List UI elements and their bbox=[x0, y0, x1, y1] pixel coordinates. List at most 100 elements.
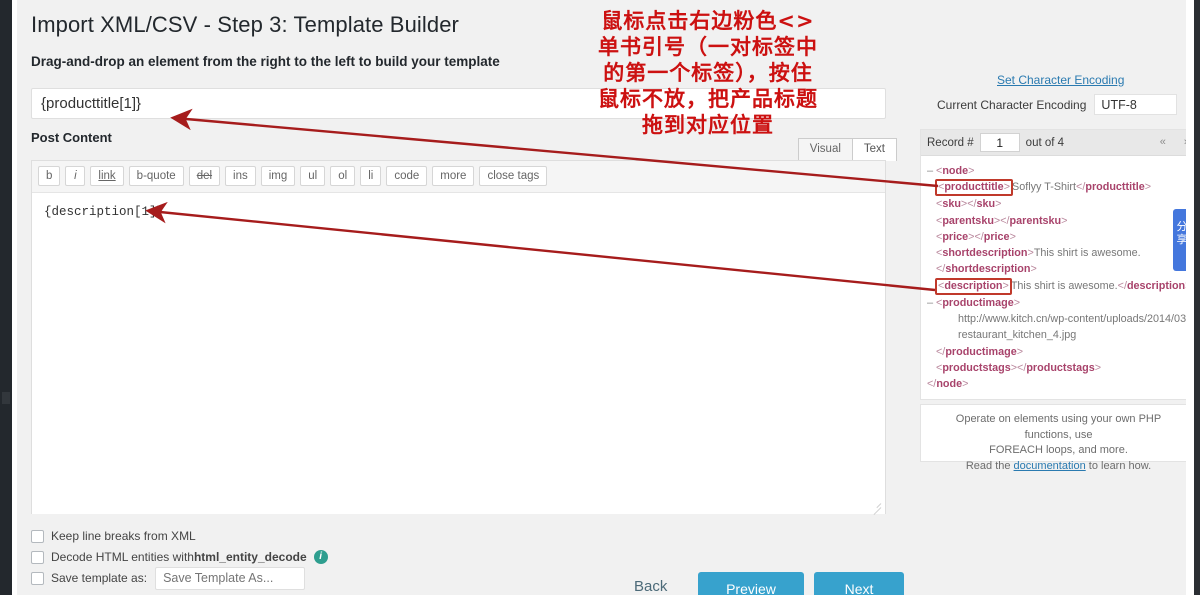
help-line-3-pre: Read the bbox=[965, 459, 1014, 472]
record-label: Record # bbox=[927, 136, 974, 149]
xml-row[interactable]: <productstags></productstags> bbox=[927, 360, 1190, 376]
xml-close-tag[interactable]: </parentsku> bbox=[1000, 215, 1067, 227]
tab-visual[interactable]: Visual bbox=[797, 138, 853, 161]
xml-row[interactable]: <producttitle> Soflyy T-Shirt</producttit… bbox=[927, 179, 1190, 197]
quicktag-del[interactable]: del bbox=[188, 166, 221, 186]
xml-close-tag[interactable]: </producttitle> bbox=[1076, 181, 1151, 193]
xml-text-value: restaurant_kitchen_4.jpg bbox=[958, 329, 1077, 342]
checkbox-save-template[interactable] bbox=[31, 571, 44, 585]
option-save-template[interactable]: Save template as: bbox=[31, 566, 328, 590]
help-line-1: Operate on elements using your own PHP f… bbox=[955, 413, 1162, 441]
page-right-edge bbox=[1194, 0, 1200, 595]
tree-toggle-icon[interactable]: – bbox=[927, 295, 936, 311]
xml-close-tag[interactable]: </shortdescription> bbox=[936, 263, 1037, 275]
xml-close-tag[interactable]: </node> bbox=[927, 378, 968, 390]
quicktag-code[interactable]: code bbox=[386, 166, 428, 186]
help-panel: Operate on elements using your own PHP f… bbox=[920, 404, 1197, 472]
set-character-encoding-link[interactable]: Set Character Encoding bbox=[997, 73, 1124, 87]
quicktag-close-tags[interactable]: close tags bbox=[479, 166, 548, 186]
post-content-label: Post Content bbox=[31, 130, 112, 145]
prev-record-icon[interactable]: « bbox=[1160, 136, 1166, 149]
editor-quicktags-toolbar: b i link b-quote del ins img ul ol li co… bbox=[32, 161, 885, 193]
xml-tree: – <node> <producttitle> Soflyy T-Shirt</pro… bbox=[921, 156, 1196, 399]
editor-mode-tabs: Visual Text bbox=[797, 138, 897, 161]
quicktag-ins[interactable]: ins bbox=[225, 166, 256, 186]
highlight-box: <producttitle> bbox=[935, 179, 1014, 197]
xml-open-tag[interactable]: <sku> bbox=[936, 198, 967, 210]
xml-open-tag[interactable]: <shortdescription> bbox=[936, 247, 1034, 259]
quicktag-li[interactable]: li bbox=[360, 166, 382, 186]
admin-sidebar-rail bbox=[0, 0, 12, 595]
option-decode-entities[interactable]: Decode HTML entities with html_entity_de… bbox=[31, 547, 328, 567]
xml-text-value: This shirt is awesome. bbox=[1010, 279, 1118, 292]
help-line-3: Read the documentation to learn how. bbox=[931, 459, 1186, 475]
record-number-input[interactable] bbox=[979, 133, 1020, 152]
xml-close-tag[interactable]: </productimage> bbox=[936, 346, 1023, 358]
xml-close-tag[interactable]: </productstags> bbox=[1017, 362, 1101, 374]
checkbox-keep-line-breaks[interactable] bbox=[31, 529, 44, 543]
record-total-label: out of 4 bbox=[1025, 136, 1065, 149]
tab-text[interactable]: Text bbox=[851, 138, 897, 161]
help-line-2: FOREACH loops, and more. bbox=[989, 444, 1128, 456]
xml-row[interactable]: </shortdescription> bbox=[927, 261, 1190, 277]
xml-element-panel: Record # out of 4 « » –<node><producttit… bbox=[920, 129, 1197, 400]
xml-open-tag[interactable]: <node> bbox=[936, 165, 974, 177]
quicktag-ul[interactable]: ul bbox=[300, 166, 326, 186]
label-save-template: Save template as: bbox=[51, 571, 148, 585]
xml-row[interactable]: – <node> bbox=[927, 163, 1190, 179]
highlight-box: <description> bbox=[935, 277, 1012, 295]
xml-open-tag[interactable]: <parentsku> bbox=[936, 215, 1000, 227]
xml-close-tag[interactable]: </description> bbox=[1118, 280, 1192, 292]
xml-row[interactable]: <shortdescription>This shirt is awesome. bbox=[927, 245, 1190, 261]
option-keep-line-breaks[interactable]: Keep line breaks from XML bbox=[31, 526, 328, 546]
xml-row[interactable]: <description> This shirt is awesome.</des… bbox=[927, 277, 1192, 295]
info-icon[interactable]: i bbox=[313, 550, 328, 564]
page-title: Import XML/CSV - Step 3: Template Builde… bbox=[31, 12, 459, 37]
xml-row[interactable]: <price></price> bbox=[927, 229, 1190, 245]
current-encoding-label: Current Character Encoding bbox=[937, 97, 1087, 112]
xml-row[interactable]: </node> bbox=[927, 376, 1190, 392]
xml-row[interactable]: restaurant_kitchen_4.jpg bbox=[927, 327, 1190, 343]
xml-close-tag[interactable]: </price> bbox=[974, 231, 1015, 243]
xml-text-value: Soflyy T-Shirt bbox=[1012, 181, 1077, 194]
next-button[interactable]: Next bbox=[814, 572, 904, 595]
quicktag-i[interactable]: i bbox=[65, 166, 86, 186]
xml-open-tag[interactable]: <productimage> bbox=[936, 297, 1020, 309]
xml-open-tag[interactable]: <producttitle> bbox=[938, 181, 1010, 193]
xml-text-value: This shirt is awesome. bbox=[1033, 247, 1141, 260]
checkbox-decode-entities[interactable] bbox=[31, 550, 44, 564]
label-decode-entities: Decode HTML entities with bbox=[51, 550, 194, 564]
post-title-input[interactable] bbox=[31, 88, 886, 119]
page-right-gap bbox=[1186, 0, 1194, 595]
tree-toggle-icon[interactable]: – bbox=[927, 163, 936, 179]
xml-open-tag[interactable]: <price> bbox=[936, 231, 974, 243]
xml-open-tag[interactable]: <description> bbox=[938, 280, 1009, 292]
preview-button[interactable]: Preview bbox=[698, 572, 804, 595]
xml-open-tag[interactable]: <productstags> bbox=[936, 362, 1017, 374]
screenshot-root: Import XML/CSV - Step 3: Template Builde… bbox=[0, 0, 1200, 595]
quicktag-img[interactable]: img bbox=[260, 166, 296, 186]
xml-text-value: http://www.kitch.cn/wp-content/uploads/2… bbox=[958, 313, 1190, 326]
back-button[interactable]: Back bbox=[634, 578, 667, 595]
encoding-input[interactable] bbox=[1094, 94, 1178, 115]
quicktag-b[interactable]: b bbox=[38, 166, 61, 186]
admin-rail-marker bbox=[2, 392, 10, 404]
save-template-name-input[interactable] bbox=[155, 566, 306, 590]
record-navigation-bar: Record # out of 4 « » bbox=[921, 130, 1196, 156]
page-subtitle: Drag-and-drop an element from the right … bbox=[31, 54, 500, 69]
xml-row[interactable]: http://www.kitch.cn/wp-content/uploads/2… bbox=[927, 311, 1190, 327]
documentation-link[interactable]: documentation bbox=[1014, 460, 1086, 472]
help-line-3-post: to learn how. bbox=[1085, 459, 1152, 472]
label-keep-line-breaks: Keep line breaks from XML bbox=[51, 529, 196, 543]
xml-row[interactable]: – <productimage> bbox=[927, 295, 1190, 311]
quicktag-link[interactable]: link bbox=[90, 166, 124, 186]
quicktag-more[interactable]: more bbox=[432, 166, 475, 186]
quicktag-ol[interactable]: ol bbox=[330, 166, 356, 186]
quicktag-b-quote[interactable]: b-quote bbox=[128, 166, 184, 186]
xml-row[interactable]: </productimage> bbox=[927, 344, 1190, 360]
xml-row[interactable]: <parentsku></parentsku> bbox=[927, 213, 1190, 229]
xml-row[interactable]: <sku></sku> bbox=[927, 196, 1190, 212]
template-options: Keep line breaks from XML Decode HTML en… bbox=[31, 526, 328, 590]
post-content-textarea[interactable]: {description[1]} bbox=[32, 194, 885, 514]
xml-close-tag[interactable]: </sku> bbox=[967, 198, 1001, 210]
